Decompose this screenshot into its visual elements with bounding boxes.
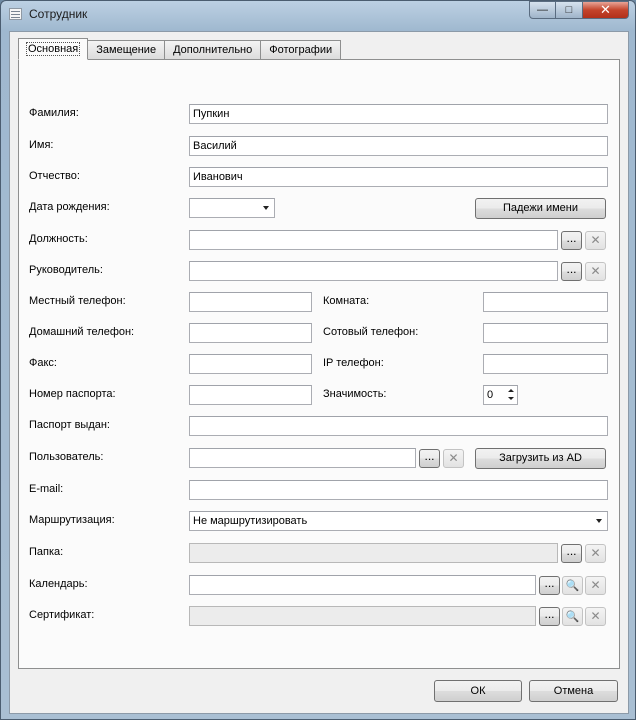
room-label: Комната: [323,295,370,307]
birth-date-label: Дата рождения: [29,201,110,213]
maximize-button[interactable]: □ [556,1,583,19]
ip-phone-input[interactable] [483,354,608,374]
tab-substitution[interactable]: Замещение [87,40,166,60]
position-clear-button[interactable]: ✕ [585,231,606,250]
room-input[interactable] [483,292,608,312]
tab-main-label: Основная [25,42,81,56]
clear-icon: ✕ [590,578,601,592]
middle-name-label: Отчество: [29,170,80,182]
ip-phone-label: IP телефон: [323,357,384,369]
importance-label: Значимость: [323,388,387,400]
tab-main[interactable]: Основная [18,38,89,60]
clear-icon: ✕ [590,264,601,278]
chevron-down-icon [263,206,269,210]
routing-label: Маршрутизация: [29,514,115,526]
user-clear-button[interactable]: ✕ [443,449,464,468]
importance-value: 0 [487,389,494,401]
minimize-icon: — [537,4,548,16]
close-button[interactable]: ✕ [583,1,629,19]
folder-browse-button[interactable]: ... [561,544,582,563]
mobile-phone-label: Сотовый телефон: [323,326,419,338]
window-icon [9,8,22,20]
home-phone-input[interactable] [189,323,312,343]
tab-additional[interactable]: Дополнительно [164,40,262,60]
last-name-label: Фамилия: [29,107,79,119]
user-browse-button[interactable]: ... [419,449,440,468]
calendar-browse-button[interactable]: ... [539,576,560,595]
local-phone-input[interactable] [189,292,312,312]
routing-selected-value: Не маршрутизировать [193,515,308,527]
dialog-client-area: Основная Замещение Дополнительно Фотогра… [9,31,629,714]
tab-panel-main: Фамилия: Пупкин Имя: Василий Отчество: И… [18,59,620,669]
position-browse-button[interactable]: ... [561,231,582,250]
passport-number-label: Номер паспорта: [29,388,116,400]
chevron-down-icon [596,519,602,523]
passport-issued-label: Паспорт выдан: [29,419,110,431]
fax-label: Факс: [29,357,57,369]
manager-clear-button[interactable]: ✕ [585,262,606,281]
calendar-search-button[interactable]: 🔍 [562,576,583,595]
manager-label: Руководитель: [29,264,103,276]
last-name-input[interactable]: Пупкин [189,104,608,124]
certificate-browse-button[interactable]: ... [539,607,560,626]
title-bar[interactable]: Сотрудник — □ ✕ [1,1,635,27]
middle-name-input[interactable]: Иванович [189,167,608,187]
email-input[interactable] [189,480,608,500]
position-label: Должность: [29,233,88,245]
folder-label: Папка: [29,546,64,558]
search-icon: 🔍 [565,611,580,623]
certificate-search-button[interactable]: 🔍 [562,607,583,626]
spin-arrows-icon[interactable] [506,387,516,403]
position-input[interactable] [189,230,558,250]
manager-browse-button[interactable]: ... [561,262,582,281]
passport-issued-input[interactable] [189,416,608,436]
dialog-window: Сотрудник — □ ✕ Основная Замещение Допол… [0,0,636,720]
user-input[interactable] [189,448,416,468]
first-name-input[interactable]: Василий [189,136,608,156]
name-cases-button[interactable]: Падежи имени [475,198,606,219]
clear-icon: ✕ [590,233,601,247]
load-from-ad-button[interactable]: Загрузить из AD [475,448,606,469]
clear-icon: ✕ [448,451,459,465]
birth-date-picker[interactable] [189,198,275,218]
importance-stepper[interactable]: 0 [483,385,518,405]
calendar-clear-button[interactable]: ✕ [585,576,606,595]
certificate-input [189,606,536,626]
minimize-button[interactable]: — [529,1,556,19]
calendar-label: Календарь: [29,578,88,590]
folder-clear-button[interactable]: ✕ [585,544,606,563]
first-name-label: Имя: [29,139,54,151]
folder-input [189,543,558,563]
mobile-phone-input[interactable] [483,323,608,343]
manager-input[interactable] [189,261,558,281]
routing-select[interactable]: Не маршрутизировать [189,511,608,531]
email-label: E-mail: [29,483,64,495]
certificate-clear-button[interactable]: ✕ [585,607,606,626]
tab-strip: Основная Замещение Дополнительно Фотогра… [18,38,342,60]
calendar-input[interactable] [189,575,536,595]
maximize-icon: □ [565,4,573,16]
window-title: Сотрудник [29,7,88,21]
local-phone-label: Местный телефон: [29,295,126,307]
passport-number-input[interactable] [189,385,312,405]
search-icon: 🔍 [565,580,580,592]
close-icon: ✕ [600,2,611,17]
clear-icon: ✕ [590,546,601,560]
fax-input[interactable] [189,354,312,374]
home-phone-label: Домашний телефон: [29,326,135,338]
clear-icon: ✕ [590,609,601,623]
cancel-button[interactable]: Отмена [529,680,618,702]
certificate-label: Сертификат: [29,609,95,621]
user-label: Пользователь: [29,451,104,463]
tab-photos[interactable]: Фотографии [260,40,342,60]
ok-button[interactable]: ОК [434,680,522,702]
